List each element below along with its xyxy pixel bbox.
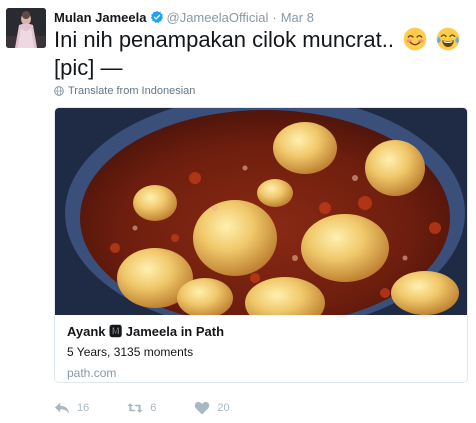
like-count: 20 <box>217 402 230 414</box>
tweet-text-line2: [pic] — <box>54 55 123 80</box>
tweet-text: Ini nih penampakan cilok muncrat.. [pic]… <box>54 26 464 82</box>
tweet: Mulan Jameela @JameelaOfficial · Mar 8 I… <box>0 0 476 423</box>
display-name[interactable]: Mulan Jameela <box>54 10 147 25</box>
retweet-icon <box>127 403 143 413</box>
smiling-face-with-smiling-eyes-emoji <box>403 27 427 51</box>
action-bar: 16 6 20 <box>54 399 268 417</box>
translate-link[interactable]: Translate from Indonesian <box>54 84 195 98</box>
reply-count: 16 <box>77 402 90 414</box>
reply-icon <box>54 402 70 414</box>
face-with-tears-of-joy-emoji <box>436 27 460 51</box>
verified-badge-icon <box>150 10 163 24</box>
tweet-header: Mulan Jameela @JameelaOfficial · Mar 8 <box>54 8 314 26</box>
card-image[interactable] <box>55 108 468 315</box>
card-body: Ayank 🅼 Jameela in Path 5 Years, 3135 mo… <box>67 323 455 382</box>
globe-icon <box>54 86 64 96</box>
handle[interactable]: @JameelaOfficial <box>167 10 269 25</box>
card-domain: path.com <box>67 366 117 380</box>
retweet-count: 6 <box>150 402 157 414</box>
translate-label[interactable]: Translate from Indonesian <box>68 85 195 97</box>
timestamp[interactable]: Mar 8 <box>281 10 314 25</box>
heart-icon <box>195 401 210 415</box>
link-card[interactable]: Ayank 🅼 Jameela in Path 5 Years, 3135 mo… <box>54 107 468 383</box>
tweet-text-line1: Ini nih penampakan cilok muncrat.. <box>54 27 394 52</box>
avatar-image <box>6 8 46 48</box>
card-description: 5 Years, 3135 moments <box>67 345 194 359</box>
retweet-button[interactable]: 6 <box>127 401 156 415</box>
separator-dot: · <box>272 9 277 25</box>
card-title: Ayank 🅼 Jameela in Path <box>67 324 225 339</box>
like-button[interactable]: 20 <box>194 401 230 415</box>
reply-button[interactable]: 16 <box>54 401 89 415</box>
avatar[interactable] <box>6 8 46 48</box>
